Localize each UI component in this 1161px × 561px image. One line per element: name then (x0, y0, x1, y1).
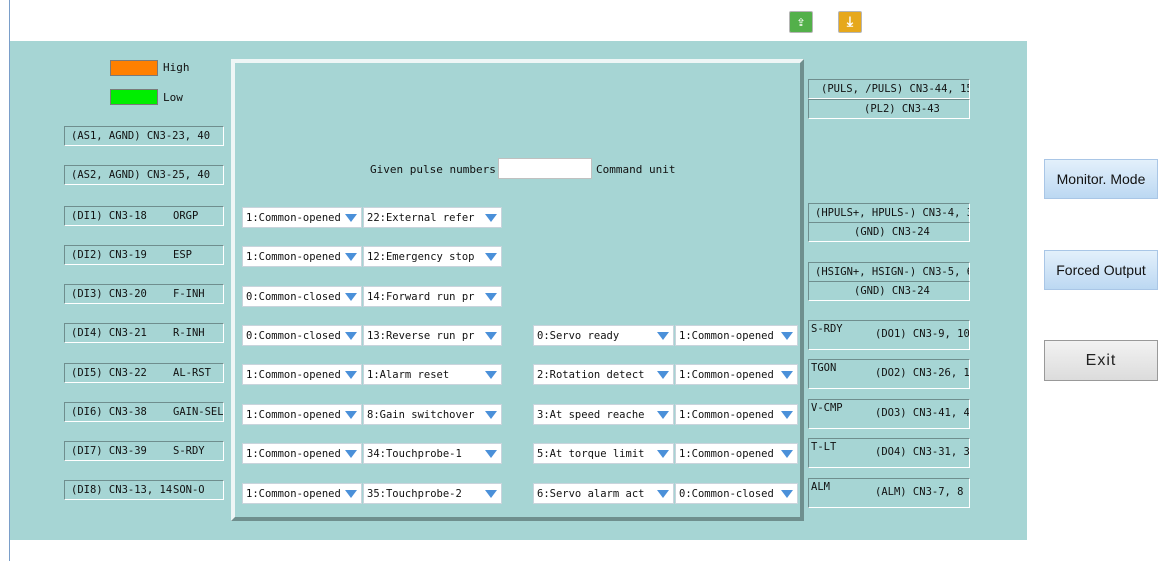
chevron-down-icon[interactable] (481, 208, 501, 227)
analog-input-2: (AS2, AGND) CN3-25, 40 (64, 165, 224, 185)
chevron-down-icon[interactable] (341, 326, 361, 345)
do-logic-select-1[interactable]: 1:Common-opened (675, 325, 798, 346)
di-function-select-8[interactable]: 35:Touchprobe-2 (363, 483, 502, 504)
chevron-down-icon[interactable] (341, 208, 361, 227)
hsign-gnd: (GND) CN3-24 (808, 281, 970, 301)
do-logic-select-2[interactable]: 1:Common-opened (675, 364, 798, 385)
chevron-down-icon[interactable] (341, 247, 361, 266)
legend-low-swatch (110, 89, 158, 105)
di-label-3: (DI3) CN3-20 F-INH (64, 284, 224, 304)
do-label-5: ALM (ALM) CN3-7, 8 (808, 478, 970, 508)
chevron-down-icon[interactable] (481, 365, 501, 384)
di-function-select-5[interactable]: 1:Alarm reset (363, 364, 502, 385)
di-logic-select-4[interactable]: 0:Common-closed (242, 325, 362, 346)
monitor-mode-button[interactable]: Monitor. Mode (1044, 159, 1158, 199)
di-logic-select-5[interactable]: 1:Common-opened (242, 364, 362, 385)
do-label-3: V-CMP (DO3) CN3-41, 42 (808, 399, 970, 429)
do-label-2: TGON (DO2) CN3-26, 11 (808, 359, 970, 389)
di-label-2: (DI2) CN3-19 ESP (64, 245, 224, 265)
di-label-7: (DI7) CN3-39 S-RDY (64, 441, 224, 461)
chevron-down-icon[interactable] (481, 405, 501, 424)
chevron-down-icon[interactable] (777, 326, 797, 345)
do-logic-select-3[interactable]: 1:Common-opened (675, 404, 798, 425)
chevron-down-icon[interactable] (481, 484, 501, 503)
chevron-down-icon[interactable] (653, 326, 673, 345)
do-logic-select-5[interactable]: 0:Common-closed (675, 483, 798, 504)
chevron-down-icon[interactable] (653, 444, 673, 463)
hpulse-gnd: (GND) CN3-24 (808, 222, 970, 242)
pulse-unit-label: Command unit (596, 163, 676, 176)
di-label-5: (DI5) CN3-22 AL-RST (64, 363, 224, 383)
hsign-input: (HSIGN+, HSIGN-) CN3-5, 6 (808, 262, 970, 282)
di-function-select-1[interactable]: 22:External refer (363, 207, 502, 228)
do-label-4: T-LT (DO4) CN3-31, 32 (808, 438, 970, 468)
legend-low-label: Low (163, 91, 183, 104)
chevron-down-icon[interactable] (481, 287, 501, 306)
di-logic-select-3[interactable]: 0:Common-closed (242, 286, 362, 307)
chevron-down-icon[interactable] (341, 287, 361, 306)
chevron-down-icon[interactable] (777, 444, 797, 463)
do-function-select-1[interactable]: 0:Servo ready (533, 325, 674, 346)
di-logic-select-8[interactable]: 1:Common-opened (242, 483, 362, 504)
pulse-number-input[interactable] (498, 158, 592, 179)
do-function-select-4[interactable]: 5:At torque limit (533, 443, 674, 464)
chevron-down-icon[interactable] (777, 484, 797, 503)
chevron-down-icon[interactable] (653, 405, 673, 424)
di-function-select-6[interactable]: 8:Gain switchover (363, 404, 502, 425)
di-function-select-4[interactable]: 13:Reverse run pr (363, 325, 502, 346)
di-function-select-3[interactable]: 14:Forward run pr (363, 286, 502, 307)
forced-output-button[interactable]: Forced Output (1044, 250, 1158, 290)
pulse-input-pl2: (PL2) CN3-43 (808, 99, 970, 119)
pulse-label: Given pulse numbers (370, 163, 496, 176)
chevron-down-icon[interactable] (341, 365, 361, 384)
chevron-down-icon[interactable] (481, 326, 501, 345)
di-logic-select-1[interactable]: 1:Common-opened (242, 207, 362, 228)
pulse-input-puls: (PULS, /PULS) CN3-44, 15 (808, 79, 970, 99)
chevron-down-icon[interactable] (341, 405, 361, 424)
chevron-down-icon[interactable] (481, 444, 501, 463)
chevron-down-icon[interactable] (777, 405, 797, 424)
chevron-down-icon[interactable] (653, 365, 673, 384)
do-label-1: S-RDY (DO1) CN3-9, 10 (808, 320, 970, 350)
di-logic-select-2[interactable]: 1:Common-opened (242, 246, 362, 267)
legend-high-label: High (163, 61, 190, 74)
download-button[interactable]: ⤓ (838, 11, 862, 33)
do-function-select-5[interactable]: 6:Servo alarm act (533, 483, 674, 504)
do-function-select-3[interactable]: 3:At speed reache (533, 404, 674, 425)
di-logic-select-7[interactable]: 1:Common-opened (242, 443, 362, 464)
chevron-down-icon[interactable] (481, 247, 501, 266)
do-logic-select-4[interactable]: 1:Common-opened (675, 443, 798, 464)
upload-button[interactable]: ⇪ (789, 11, 813, 33)
di-logic-select-6[interactable]: 1:Common-opened (242, 404, 362, 425)
di-label-6: (DI6) CN3-38 GAIN-SEL (64, 402, 224, 422)
di-label-1: (DI1) CN3-18 ORGP (64, 206, 224, 226)
chevron-down-icon[interactable] (341, 484, 361, 503)
analog-input-1: (AS1, AGND) CN3-23, 40 (64, 126, 224, 146)
upload-icon: ⇪ (796, 14, 806, 30)
di-function-select-2[interactable]: 12:Emergency stop (363, 246, 502, 267)
download-icon: ⤓ (846, 14, 854, 30)
exit-button[interactable]: Exit (1044, 340, 1158, 381)
legend-high-swatch (110, 60, 158, 76)
chevron-down-icon[interactable] (341, 444, 361, 463)
di-label-8: (DI8) CN3-13, 14 SON-O (64, 480, 224, 500)
hpulse-input: (HPULS+, HPULS-) CN3-4, 3 (808, 203, 970, 223)
do-function-select-2[interactable]: 2:Rotation detect (533, 364, 674, 385)
chevron-down-icon[interactable] (777, 365, 797, 384)
di-label-4: (DI4) CN3-21 R-INH (64, 323, 224, 343)
di-function-select-7[interactable]: 34:Touchprobe-1 (363, 443, 502, 464)
chevron-down-icon[interactable] (653, 484, 673, 503)
